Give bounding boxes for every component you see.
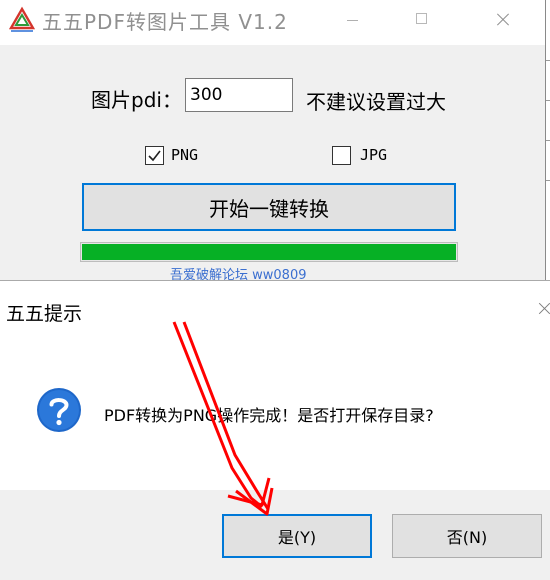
dialog-footer: 是(Y) 否(N) [0, 490, 550, 580]
close-button[interactable] [480, 0, 526, 40]
png-label: PNG [171, 146, 199, 164]
dialog-message: PDF转换为PNG操作完成！是否打开保存目录? [104, 406, 434, 425]
checkmark-icon [148, 150, 161, 162]
dpi-input[interactable] [185, 78, 293, 112]
progress-bar [80, 242, 458, 262]
yes-button[interactable]: 是(Y) [222, 514, 372, 558]
dpi-label: 图片pdi： [91, 88, 182, 112]
question-icon [37, 388, 81, 432]
no-button[interactable]: 否(N) [392, 514, 542, 558]
minimize-button[interactable] [330, 0, 376, 40]
app-title: 五五PDF转图片工具 V1.2 [42, 10, 288, 34]
message-dialog: 五五提示 PDF转换为PNG操作完成！是否打开保存目录? 是(Y) 否(N) [0, 280, 550, 580]
maximize-button[interactable] [400, 0, 446, 40]
jpg-checkbox[interactable] [332, 146, 351, 165]
convert-button[interactable]: 开始一键转换 [82, 183, 456, 231]
dialog-title: 五五提示 [6, 303, 83, 325]
dpi-hint: 不建议设置过大 [306, 90, 446, 114]
background-window-edge [546, 0, 550, 280]
progress-fill [82, 244, 456, 260]
screen: 五五PDF转图片工具 V1.2 图片pdi： 不建议设置过大 PNG JPG 开… [0, 0, 550, 580]
dialog-close-button[interactable] [535, 301, 550, 316]
app-titlebar: 五五PDF转图片工具 V1.2 [0, 0, 545, 45]
jpg-label: JPG [360, 146, 388, 164]
app-logo-icon [8, 6, 36, 32]
png-checkbox[interactable] [145, 146, 164, 165]
app-window: 五五PDF转图片工具 V1.2 图片pdi： 不建议设置过大 PNG JPG 开… [0, 0, 546, 283]
